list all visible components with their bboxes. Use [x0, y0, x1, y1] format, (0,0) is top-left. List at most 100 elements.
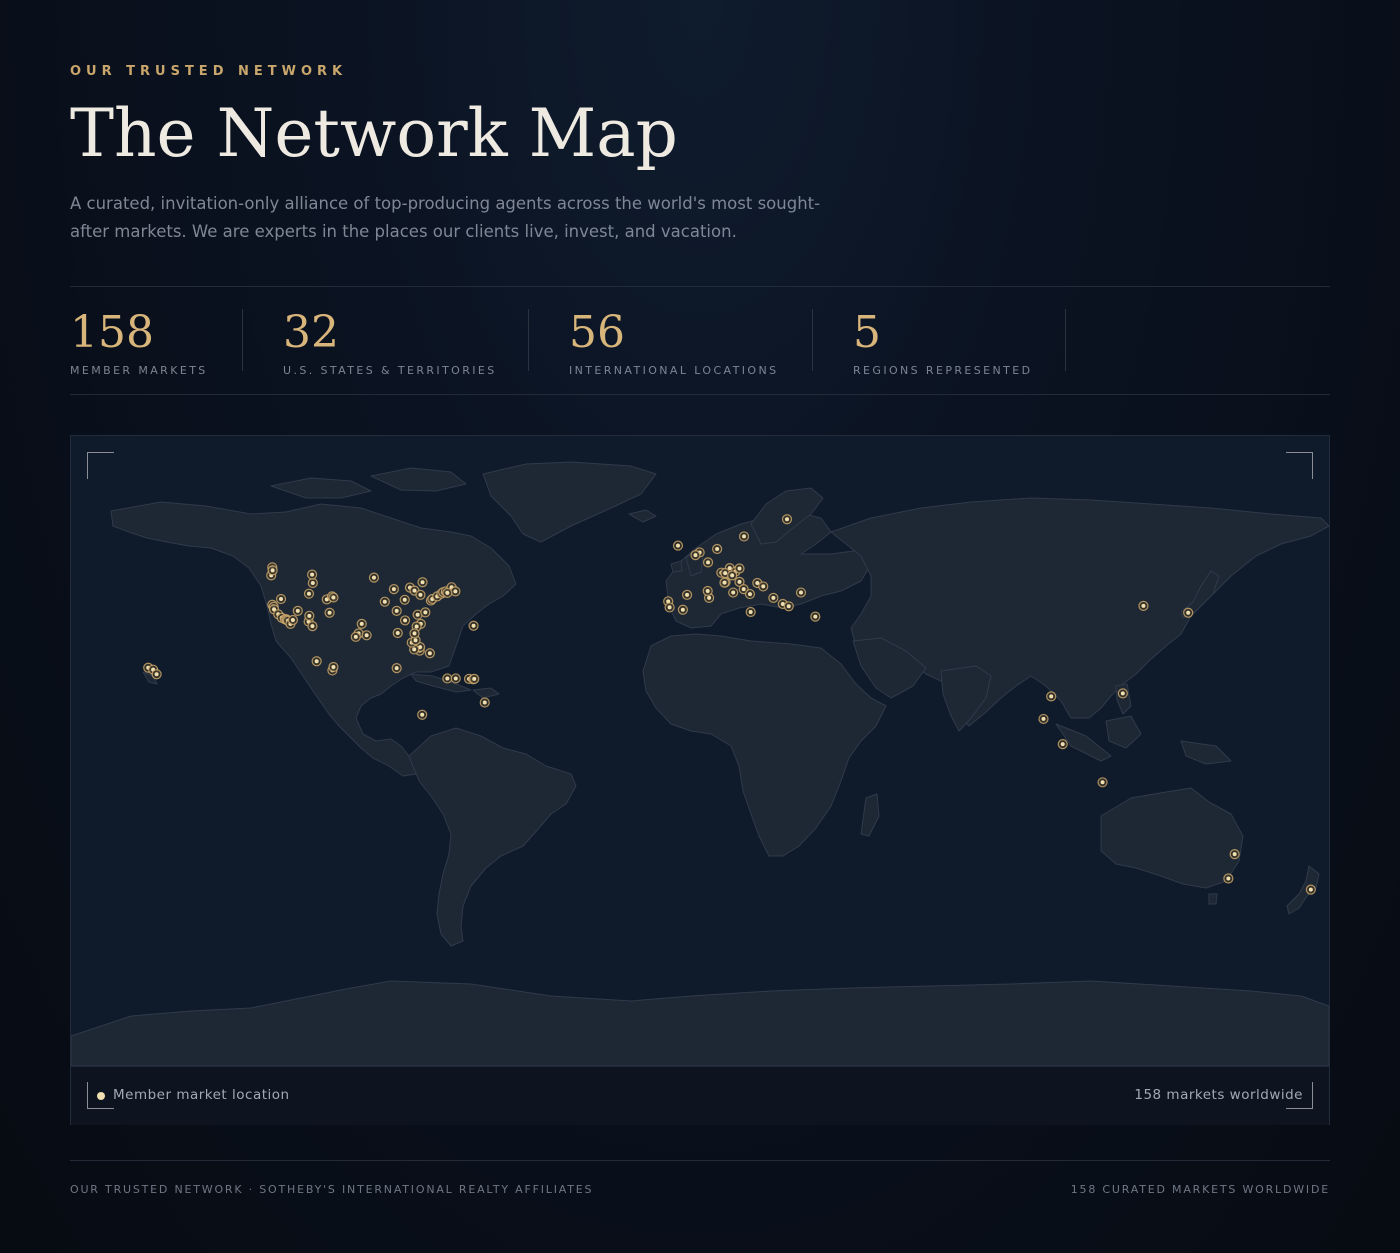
market-marker[interactable] — [412, 647, 417, 652]
market-marker[interactable] — [403, 618, 408, 623]
market-marker[interactable] — [730, 573, 735, 578]
footer-market-total: 158 CURATED MARKETS WORLDWIDE — [1070, 1183, 1330, 1196]
market-marker[interactable] — [412, 588, 417, 593]
market-count: 158 markets worldwide — [1134, 1087, 1303, 1103]
market-marker[interactable] — [707, 595, 712, 600]
stat-label: MEMBER MARKETS — [70, 364, 208, 377]
market-marker[interactable] — [771, 595, 776, 600]
land-arctic-islands-2 — [370, 467, 467, 492]
market-marker[interactable] — [413, 638, 418, 643]
market-marker[interactable] — [680, 607, 685, 612]
market-marker[interactable] — [1232, 852, 1237, 857]
stat-member-markets: 158 MEMBER MARKETS — [70, 307, 242, 378]
market-marker[interactable] — [798, 590, 803, 595]
market-marker[interactable] — [391, 587, 396, 592]
market-marker[interactable] — [415, 612, 420, 617]
stat-divider — [1065, 309, 1066, 371]
market-marker[interactable] — [1041, 716, 1046, 721]
land-asia — [830, 497, 1329, 727]
market-marker[interactable] — [747, 592, 752, 597]
land-tasmania — [1208, 893, 1218, 905]
market-marker[interactable] — [154, 672, 159, 677]
market-marker[interactable] — [1226, 876, 1231, 881]
stat-us-states: 32 U.S. STATES & TERRITORIES — [243, 309, 528, 378]
market-marker[interactable] — [675, 543, 680, 548]
market-marker[interactable] — [1049, 694, 1054, 699]
market-marker[interactable] — [270, 568, 275, 573]
network-map-panel: Member market location 158 markets world… — [70, 435, 1330, 1125]
market-marker[interactable] — [445, 590, 450, 595]
market-marker[interactable] — [279, 597, 284, 602]
land-australia — [1100, 787, 1244, 889]
market-marker[interactable] — [420, 712, 425, 717]
market-marker[interactable] — [748, 610, 753, 615]
world-map[interactable] — [71, 436, 1329, 1066]
eyebrow: OUR TRUSTED NETWORK — [70, 64, 348, 79]
market-marker[interactable] — [471, 623, 476, 628]
land-africa — [642, 633, 887, 857]
market-marker[interactable] — [314, 659, 319, 664]
market-marker[interactable] — [295, 608, 300, 613]
market-marker[interactable] — [327, 610, 332, 615]
market-marker[interactable] — [453, 589, 458, 594]
market-marker[interactable] — [331, 665, 336, 669]
market-marker[interactable] — [306, 591, 311, 596]
market-marker[interactable] — [453, 676, 458, 681]
market-marker[interactable] — [371, 575, 376, 580]
market-marker[interactable] — [395, 631, 400, 636]
market-marker[interactable] — [731, 590, 736, 595]
market-marker[interactable] — [705, 589, 710, 594]
footer-network-credit: OUR TRUSTED NETWORK · SOTHEBY'S INTERNAT… — [70, 1183, 594, 1196]
market-marker[interactable] — [394, 608, 399, 613]
stat-value: 158 — [70, 307, 154, 358]
market-marker[interactable] — [310, 581, 315, 585]
market-marker[interactable] — [382, 599, 387, 604]
stats-top-rule — [70, 286, 1330, 287]
land-antarctica — [71, 980, 1329, 1066]
market-marker[interactable] — [353, 634, 358, 639]
market-marker[interactable] — [723, 571, 728, 576]
market-marker[interactable] — [786, 604, 791, 609]
market-marker[interactable] — [394, 666, 399, 671]
market-marker[interactable] — [741, 587, 746, 592]
market-marker[interactable] — [472, 676, 477, 681]
market-marker[interactable] — [685, 592, 690, 597]
market-marker[interactable] — [706, 560, 711, 565]
market-marker[interactable] — [420, 580, 425, 585]
market-marker[interactable] — [359, 621, 364, 626]
market-marker[interactable] — [331, 595, 336, 600]
market-marker[interactable] — [412, 631, 417, 636]
market-marker[interactable] — [761, 584, 766, 589]
market-marker[interactable] — [715, 547, 720, 552]
market-marker[interactable] — [310, 572, 315, 577]
market-marker[interactable] — [1120, 691, 1125, 696]
market-marker[interactable] — [737, 579, 742, 584]
market-marker[interactable] — [667, 605, 672, 610]
land-ireland — [670, 560, 683, 573]
market-marker[interactable] — [445, 676, 450, 681]
market-marker[interactable] — [785, 517, 790, 522]
market-marker[interactable] — [427, 651, 432, 656]
market-marker[interactable] — [414, 624, 419, 629]
market-marker[interactable] — [423, 610, 428, 615]
market-marker[interactable] — [402, 597, 407, 602]
market-marker[interactable] — [722, 580, 727, 585]
market-marker[interactable] — [310, 624, 315, 629]
market-marker[interactable] — [418, 592, 423, 597]
market-marker[interactable] — [364, 633, 369, 638]
market-marker[interactable] — [1100, 780, 1105, 785]
land-madagascar — [860, 793, 880, 837]
market-marker[interactable] — [813, 614, 818, 619]
market-marker[interactable] — [1308, 887, 1313, 892]
frame-corner-top-right — [1286, 452, 1313, 479]
market-marker[interactable] — [742, 534, 747, 539]
market-marker[interactable] — [307, 613, 312, 618]
market-marker[interactable] — [693, 553, 698, 558]
market-marker[interactable] — [482, 700, 487, 705]
market-marker[interactable] — [737, 566, 742, 571]
world-map-svg — [71, 461, 1329, 1066]
market-marker[interactable] — [1141, 603, 1146, 608]
market-marker[interactable] — [290, 618, 295, 623]
market-marker[interactable] — [1186, 610, 1191, 615]
market-marker[interactable] — [1060, 742, 1065, 747]
